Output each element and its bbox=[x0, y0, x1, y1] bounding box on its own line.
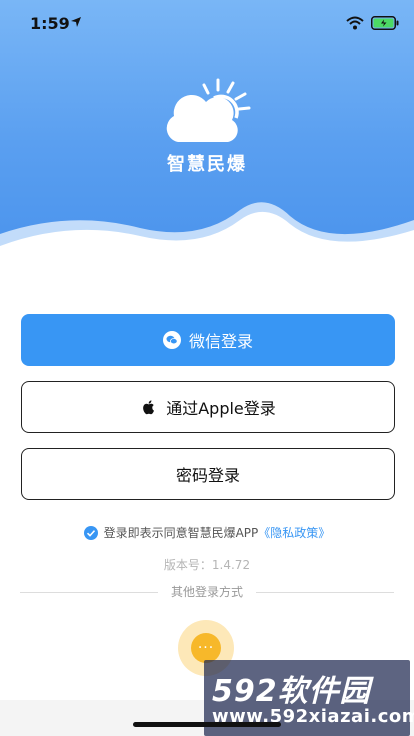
privacy-policy-link[interactable]: 《隐私政策》 bbox=[258, 526, 330, 540]
more-dots-icon: ··· bbox=[191, 633, 221, 663]
watermark-brand: 592软件园 bbox=[212, 674, 371, 709]
wechat-login-label: 微信登录 bbox=[188, 332, 253, 351]
password-login-label: 密码登录 bbox=[175, 466, 240, 485]
apple-login-label: 通过Apple登录 bbox=[166, 399, 276, 418]
wifi-icon bbox=[346, 16, 364, 30]
status-bar: 1:59 bbox=[0, 0, 414, 48]
apple-icon bbox=[143, 400, 155, 415]
divider-line-right bbox=[256, 592, 394, 593]
header-banner: 1:59 智慧民爆 bbox=[0, 0, 414, 260]
password-login-button[interactable]: 密码登录 bbox=[21, 448, 395, 500]
location-arrow-icon bbox=[71, 17, 81, 27]
home-indicator[interactable] bbox=[133, 722, 281, 727]
apple-login-button[interactable]: 通过Apple登录 bbox=[21, 381, 395, 433]
checkbox-checked-icon[interactable] bbox=[83, 526, 98, 540]
version-text: 版本号：1.4.72 bbox=[163, 558, 251, 572]
wechat-icon bbox=[162, 331, 181, 349]
status-time: 1:59 bbox=[30, 14, 70, 33]
wave-decoration bbox=[0, 202, 414, 260]
app-name: 智慧民爆 bbox=[167, 154, 247, 175]
app-logo-icon bbox=[166, 78, 251, 142]
agreement-row: 登录即表示同意智慧民爆APP《隐私政策》 bbox=[0, 524, 414, 541]
battery-icon bbox=[371, 16, 399, 30]
other-login-divider: 其他登录方式 bbox=[20, 584, 394, 600]
wechat-login-button[interactable]: 微信登录 bbox=[21, 314, 395, 366]
agreement-text: 登录即表示同意智慧民爆APP bbox=[103, 526, 259, 540]
